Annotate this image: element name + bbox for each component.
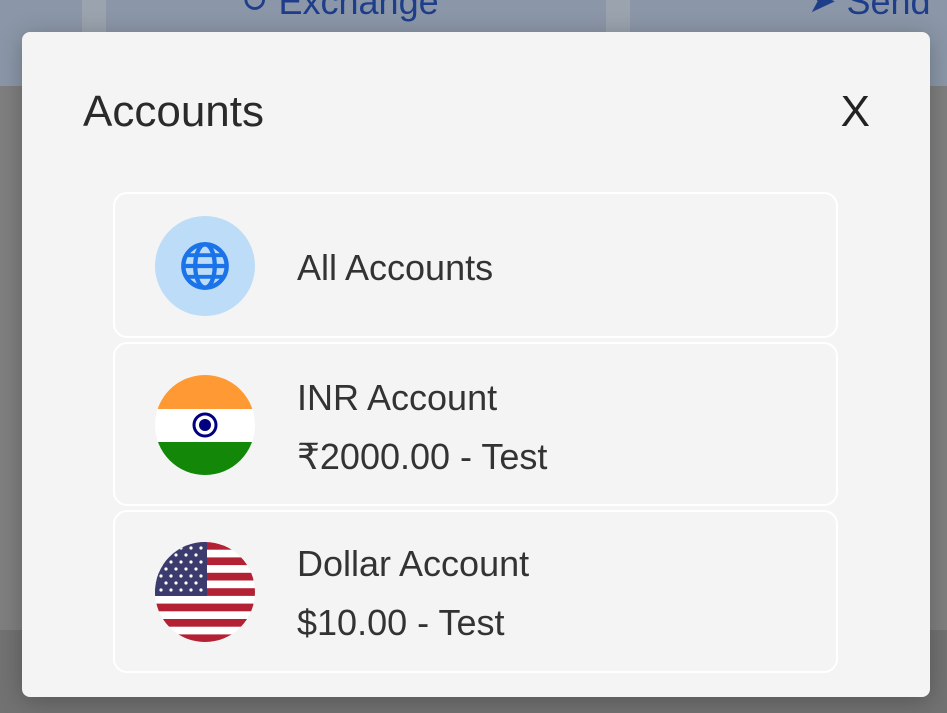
account-item-all-accounts[interactable]: All Accounts [113, 192, 838, 338]
background-tab-label: Send [846, 0, 931, 22]
account-balance: ₹2000.00 - Test [297, 436, 548, 478]
account-text: INR Account ₹2000.00 - Test [297, 376, 547, 478]
exchange-icon: ↻ [240, 0, 269, 20]
send-icon: ➤ [808, 0, 837, 20]
account-name: INR Account [297, 377, 498, 418]
account-list: All Accounts INR Account ₹2000.00 - Test [113, 192, 838, 677]
account-text: Dollar Account $10.00 - Test [297, 542, 529, 644]
globe-icon [155, 216, 255, 316]
us-flag-icon [155, 542, 255, 642]
modal-title: Accounts [83, 87, 264, 136]
account-text: All Accounts [297, 246, 493, 289]
account-name: All Accounts [297, 247, 494, 288]
account-item-inr[interactable]: INR Account ₹2000.00 - Test [113, 342, 838, 506]
account-name: Dollar Account [297, 543, 530, 584]
india-flag-icon [155, 375, 255, 475]
background-tab-label: Exchange [278, 0, 439, 22]
account-balance: $10.00 - Test [297, 602, 505, 644]
close-button[interactable]: X [841, 90, 870, 134]
accounts-modal: Accounts X All Accounts INR Account ₹200… [22, 32, 930, 697]
account-item-dollar[interactable]: Dollar Account $10.00 - Test [113, 510, 838, 673]
